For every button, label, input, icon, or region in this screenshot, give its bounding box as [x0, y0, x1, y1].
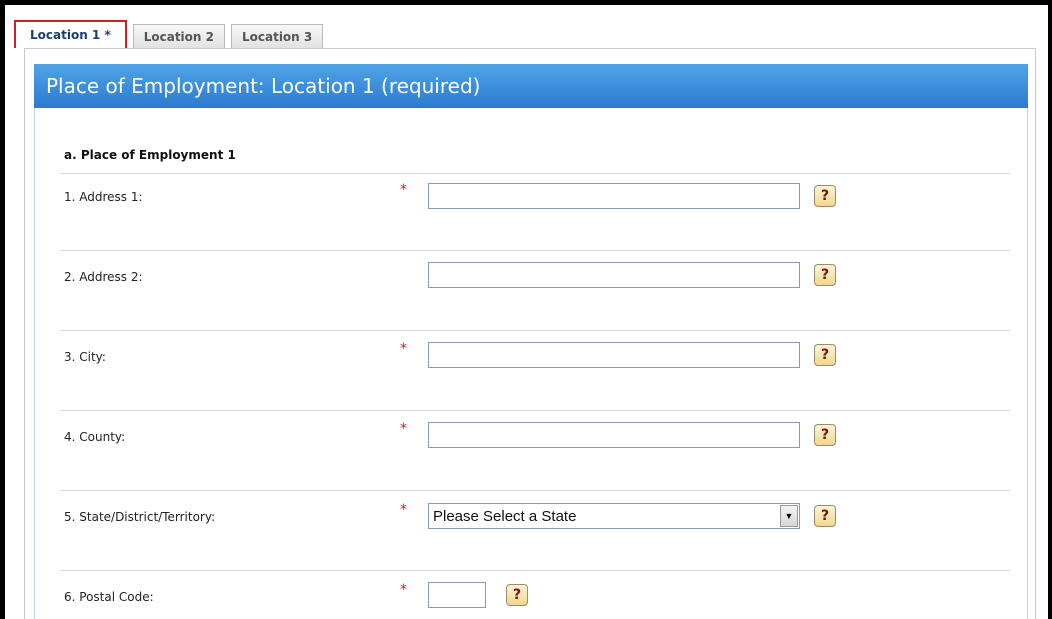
state-help-icon[interactable]: ? — [814, 505, 836, 527]
city-label: 3. City: — [64, 350, 106, 364]
county-input[interactable] — [428, 422, 800, 448]
window-left-border — [0, 0, 5, 619]
location-tabs: Location 1 * Location 2 Location 3 — [14, 20, 329, 48]
row-divider — [60, 490, 1010, 491]
state-select-value: Please Select a State — [433, 507, 577, 525]
postal-code-help-icon[interactable]: ? — [506, 584, 528, 606]
address1-required-mark: * — [400, 182, 407, 198]
county-label: 4. County: — [64, 430, 126, 444]
panel-title: Place of Employment: Location 1 (require… — [34, 64, 1028, 108]
postal-code-label: 6. Postal Code: — [64, 590, 154, 604]
county-help-icon[interactable]: ? — [814, 424, 836, 446]
address2-input[interactable] — [428, 262, 800, 288]
state-select[interactable]: Please Select a State ▼ — [428, 503, 800, 529]
window-right-border — [1048, 0, 1052, 619]
section-title: a. Place of Employment 1 — [64, 148, 236, 162]
postal-code-required-mark: * — [400, 582, 407, 598]
state-required-mark: * — [400, 502, 407, 518]
city-help-icon[interactable]: ? — [814, 344, 836, 366]
city-input[interactable] — [428, 342, 800, 368]
tab-location-3[interactable]: Location 3 — [230, 24, 324, 48]
tab-location-2[interactable]: Location 2 — [132, 24, 225, 48]
state-label: 5. State/District/Territory: — [64, 510, 216, 524]
row-divider — [60, 330, 1010, 331]
tab-location-1[interactable]: Location 1 * — [14, 20, 127, 48]
dropdown-arrow-icon[interactable]: ▼ — [780, 505, 798, 527]
row-divider — [60, 250, 1010, 251]
address1-label: 1. Address 1: — [64, 190, 143, 204]
window-top-border — [0, 0, 1052, 5]
section-divider — [60, 173, 1010, 174]
postal-code-input[interactable] — [428, 582, 486, 608]
row-divider — [60, 410, 1010, 411]
address2-help-icon[interactable]: ? — [814, 264, 836, 286]
county-required-mark: * — [400, 421, 407, 437]
row-divider — [60, 570, 1010, 571]
address1-help-icon[interactable]: ? — [814, 185, 836, 207]
city-required-mark: * — [400, 341, 407, 357]
address1-input[interactable] — [428, 183, 800, 209]
address2-label: 2. Address 2: — [64, 270, 143, 284]
